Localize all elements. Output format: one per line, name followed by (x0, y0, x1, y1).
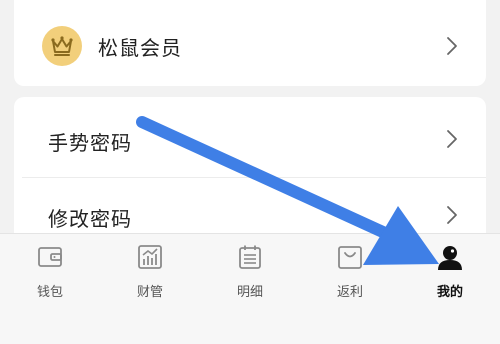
tab-rebate[interactable]: 返利 (300, 234, 400, 304)
settings-item-label: 修改密码 (48, 207, 132, 231)
tab-finance[interactable]: 财管 (100, 234, 200, 304)
wallet-icon (38, 247, 62, 267)
chevron-right-icon (447, 206, 457, 224)
vip-row[interactable]: 松鼠会员 (14, 6, 486, 86)
tab-label: 明细 (236, 285, 263, 300)
bag-icon (338, 246, 362, 269)
user-icon (438, 246, 462, 270)
profile-screen: 松鼠会员 手势密码 修改密码 钱包 财管 明细 返利 我的 (0, 0, 500, 344)
settings-item-gesture-password[interactable]: 手势密码 (14, 97, 486, 177)
tab-label: 钱包 (36, 285, 63, 300)
vip-label: 松鼠会员 (98, 36, 182, 60)
crown-icon (51, 36, 73, 56)
list-icon (239, 245, 261, 269)
chevron-right-icon (447, 130, 457, 148)
vip-card: 松鼠会员 (14, 0, 486, 86)
tab-label: 财管 (136, 285, 163, 300)
crown-badge (42, 26, 82, 66)
chart-icon (138, 245, 162, 269)
chevron-right-icon (447, 37, 457, 55)
tab-details[interactable]: 明细 (200, 234, 300, 304)
tab-wallet[interactable]: 钱包 (0, 234, 100, 304)
tab-mine[interactable]: 我的 (400, 234, 500, 304)
tab-label: 返利 (336, 285, 363, 300)
tab-label: 我的 (436, 285, 463, 300)
bottom-tab-bar: 钱包 财管 明细 返利 我的 (0, 233, 500, 344)
settings-item-label: 手势密码 (48, 131, 132, 155)
